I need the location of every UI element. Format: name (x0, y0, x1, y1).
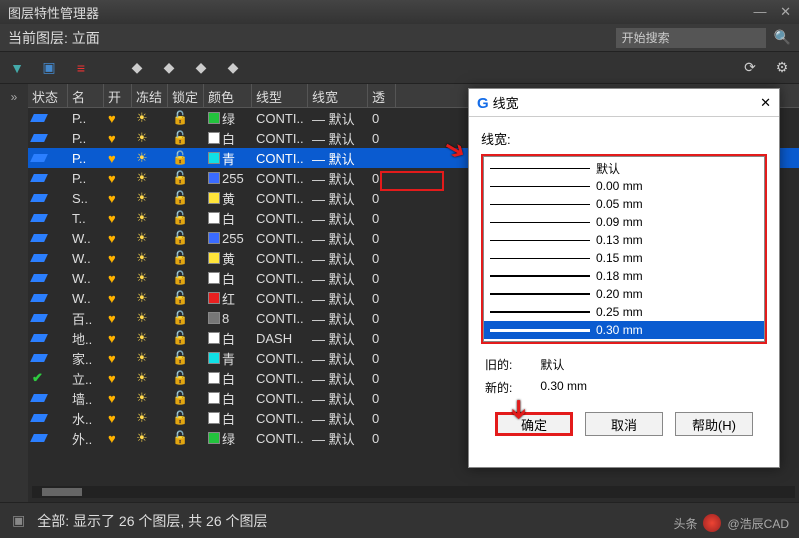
filter-icon[interactable]: ▼ (8, 59, 26, 77)
col-color[interactable]: 颜色 (204, 84, 252, 107)
lineweight-option[interactable]: 0.15 mm (484, 249, 764, 267)
window-controls: — ✕ (743, 4, 791, 20)
layers-icon-2[interactable]: ◆ (160, 59, 178, 77)
old-value: 默认 (540, 356, 587, 373)
collapse-strip[interactable]: » (0, 84, 28, 502)
search-input[interactable]: 开始搜索 (616, 28, 766, 48)
lineweight-option[interactable]: 0.13 mm (484, 231, 764, 249)
cancel-button[interactable]: 取消 (585, 412, 663, 436)
lineweight-list-highlight: 默认0.00 mm0.05 mm0.09 mm0.13 mm0.15 mm0.1… (481, 154, 767, 344)
app-logo-icon: G (477, 95, 489, 112)
col-trans[interactable]: 透 (368, 84, 396, 107)
layers-icon-1[interactable]: ◆ (128, 59, 146, 77)
layers-icon-3[interactable]: ◆ (192, 59, 210, 77)
current-layer-prefix: 当前图层: (8, 30, 68, 46)
titlebar: 图层特性管理器 — ✕ (0, 0, 799, 24)
current-layer-bar: 当前图层: 立面 开始搜索 🔍 (0, 24, 799, 52)
help-button[interactable]: 帮助(H) (675, 412, 753, 436)
col-name[interactable]: 名 (68, 84, 104, 107)
col-lock[interactable]: 锁定 (168, 84, 204, 107)
statusbar-icon[interactable]: ▣ (12, 512, 25, 529)
dialog-label: 线宽: (481, 129, 767, 148)
lineweight-option[interactable]: 默认 (484, 159, 764, 177)
gear-icon[interactable]: ⚙ (773, 59, 791, 77)
credit-prefix: 头条 (673, 515, 697, 532)
search-icon[interactable]: 🔍 (774, 29, 791, 46)
lineweight-option[interactable]: 0.05 mm (484, 195, 764, 213)
arrow-to-ok-icon: ➔ (503, 399, 534, 421)
lineweight-list[interactable]: 默认0.00 mm0.05 mm0.09 mm0.13 mm0.15 mm0.1… (483, 156, 765, 342)
old-label: 旧的: (485, 356, 512, 373)
dialog-info: 旧的: 新的: 默认 0.30 mm (485, 356, 763, 396)
col-linetype[interactable]: 线型 (252, 84, 308, 107)
horizontal-scrollbar[interactable] (32, 486, 795, 498)
toolbar: ▼ ▣ ≡ ◆ ◆ ◆ ◆ ⟳ ⚙ (0, 52, 799, 84)
lineweight-option[interactable]: 0.25 mm (484, 303, 764, 321)
search-placeholder: 开始搜索 (622, 29, 670, 46)
layer-state-icon[interactable]: ▣ (40, 59, 58, 77)
new-label: 新的: (485, 379, 512, 396)
layers-icon-4[interactable]: ◆ (224, 59, 242, 77)
current-layer-value: 立面 (72, 30, 100, 46)
col-freeze[interactable]: 冻结 (132, 84, 168, 107)
lineweight-option[interactable]: 0.20 mm (484, 285, 764, 303)
col-status[interactable]: 状态 (28, 84, 68, 107)
credit-name: @浩辰CAD (727, 515, 789, 532)
col-open[interactable]: 开 (104, 84, 132, 107)
avatar-icon (703, 514, 721, 532)
refresh-icon[interactable]: ⟳ (741, 59, 759, 77)
col-lineweight[interactable]: 线宽 (308, 84, 368, 107)
window-title: 图层特性管理器 (8, 3, 99, 22)
new-layer-icon[interactable]: ≡ (72, 59, 90, 77)
minimize-icon[interactable]: — (753, 4, 766, 19)
footer-credit: 头条 @浩辰CAD (673, 514, 789, 532)
dialog-titlebar: G 线宽 ✕ (469, 89, 779, 117)
lineweight-option[interactable]: 0.18 mm (484, 267, 764, 285)
lineweight-option[interactable]: 0.00 mm (484, 177, 764, 195)
dialog-close-icon[interactable]: ✕ (760, 95, 771, 111)
statusbar-text: 全部: 显示了 26 个图层, 共 26 个图层 (37, 511, 267, 531)
lineweight-option[interactable]: 0.30 mm (484, 321, 764, 339)
close-icon[interactable]: ✕ (780, 4, 791, 19)
new-value: 0.30 mm (540, 379, 587, 393)
dialog-title: 线宽 (493, 96, 519, 111)
lineweight-option[interactable]: 0.09 mm (484, 213, 764, 231)
